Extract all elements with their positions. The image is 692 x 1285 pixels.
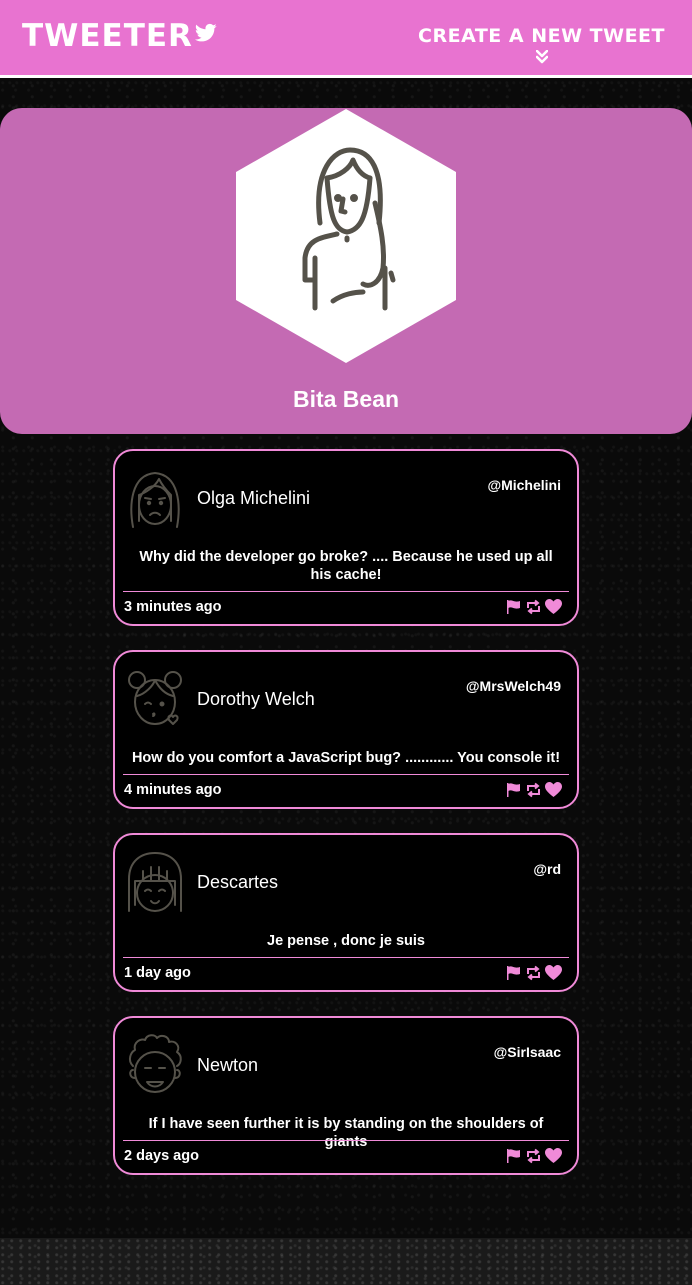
sad-girl-avatar-icon: [130, 472, 180, 528]
tweet-timestamp: 2 days ago: [124, 1148, 199, 1164]
profile-header: Bita Bean: [0, 108, 692, 434]
tweet-author-handle[interactable]: @Michelini: [487, 477, 561, 493]
footer-texture: [0, 1238, 692, 1285]
brand-name: TWEETER: [22, 18, 193, 54]
tweet-timestamp: 3 minutes ago: [124, 599, 222, 615]
double-chevron-down-icon: [535, 50, 548, 64]
hexagon-avatar-frame: [236, 109, 456, 363]
flag-icon[interactable]: [505, 965, 522, 981]
retweet-icon[interactable]: [525, 782, 542, 798]
bird-icon: [194, 23, 217, 42]
tweet-divider: [123, 957, 569, 958]
heart-icon[interactable]: [545, 965, 562, 981]
tweet-card: Descartes @rd Je pense , donc je suis 1 …: [113, 833, 579, 992]
tweet-author-name: Newton: [197, 1055, 259, 1075]
curly-hair-avatar-icon: [128, 1034, 182, 1093]
flag-icon[interactable]: [505, 599, 522, 615]
retweet-icon[interactable]: [525, 965, 542, 981]
tweet-timestamp: 1 day ago: [124, 965, 191, 981]
tweet-card: Newton @SirIsaac If I have seen further …: [113, 1016, 579, 1175]
tweet-timestamp: 4 minutes ago: [124, 782, 222, 798]
tweet-card: Dorothy Welch @MrsWelch49 How do you com…: [113, 650, 579, 809]
heart-icon[interactable]: [545, 599, 562, 615]
tweet-actions: [505, 782, 562, 798]
tweet-divider: [123, 1140, 569, 1141]
heart-icon[interactable]: [545, 782, 562, 798]
tweet-content: How do you comfort a JavaScript bug? ...…: [131, 750, 561, 766]
retweet-icon[interactable]: [525, 599, 542, 615]
tweet-author-name: Descartes: [197, 872, 279, 892]
tweet-actions: [505, 965, 562, 981]
tweet-author-name: Dorothy Welch: [197, 689, 315, 709]
create-tweet-button[interactable]: CREATE A NEW TWEET: [418, 25, 665, 64]
tweet-divider: [123, 774, 569, 775]
retweet-icon[interactable]: [525, 1148, 542, 1164]
tweet-content: Why did the developer go broke? .... Bec…: [139, 549, 553, 583]
smiling-bob-avatar-icon: [128, 852, 182, 912]
tweet-divider: [123, 591, 569, 592]
flag-icon[interactable]: [505, 782, 522, 798]
tweet-actions: [505, 1148, 562, 1164]
profile-name: Bita Bean: [292, 386, 400, 412]
tweet-author-handle[interactable]: @MrsWelch49: [466, 678, 561, 694]
navbar: TWEETER CREATE A NEW TWEET: [0, 0, 692, 78]
heart-icon[interactable]: [545, 1148, 562, 1164]
profile-avatar: [235, 108, 457, 364]
kissing-girl-avatar-icon: [128, 671, 182, 725]
brand-logo[interactable]: TWEETER: [22, 18, 217, 54]
tweet-author-name: Olga Michelini: [197, 488, 311, 508]
tweet-content: Je pense , donc je suis: [267, 933, 425, 949]
tweet-actions: [505, 599, 562, 615]
flag-icon[interactable]: [505, 1148, 522, 1164]
tweet-content: If I have seen further it is by standing…: [148, 1116, 544, 1150]
tweet-author-handle[interactable]: @SirIsaac: [494, 1044, 561, 1060]
tweet-author-handle[interactable]: @rd: [533, 861, 561, 877]
create-tweet-label: CREATE A NEW TWEET: [418, 25, 665, 47]
tweet-card: Olga Michelini @Michelini Why did the de…: [113, 449, 579, 626]
